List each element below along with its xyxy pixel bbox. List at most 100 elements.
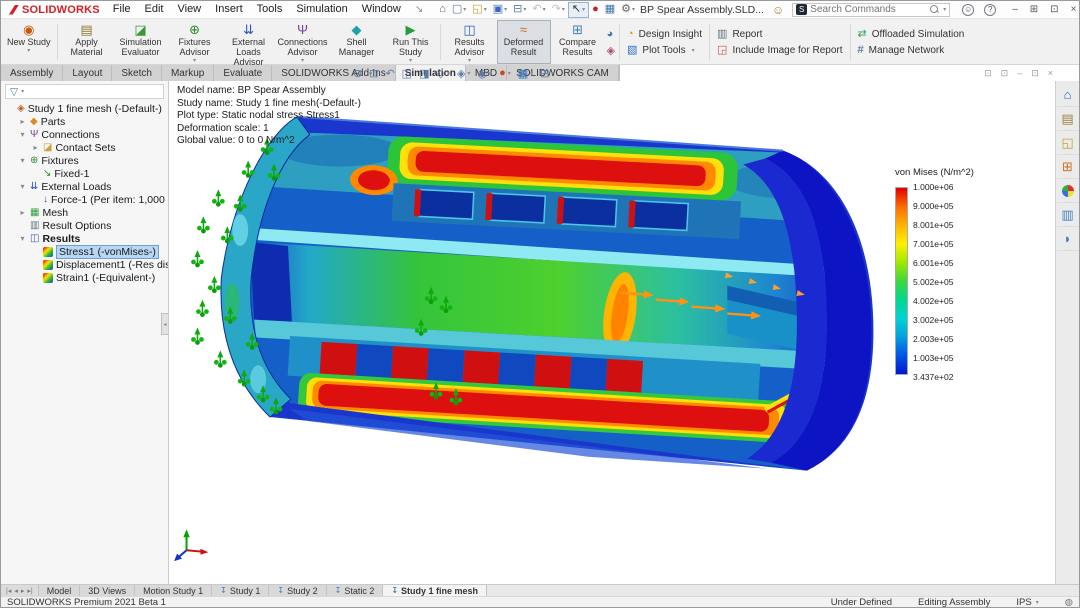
forum-icon[interactable]: ◗ [1057, 227, 1079, 251]
trend-tracker-icon[interactable]: ◕ [607, 28, 615, 40]
tree-item-mesh[interactable]: ▸▦Mesh [1, 206, 168, 219]
simulation-evaluator-button[interactable]: ◪Simulation Evaluator [114, 20, 168, 64]
minimize-button[interactable]: – [1012, 4, 1018, 15]
evaluate-panel-icon[interactable]: ▦ [602, 2, 618, 18]
display-style-icon[interactable]: ◈▾ [457, 67, 470, 80]
manage-network-button[interactable]: #Manage Network [858, 45, 965, 56]
view-settings-icon[interactable]: ⊟▾ [540, 67, 554, 80]
open-icon[interactable]: ◱▾ [469, 2, 489, 18]
shell-manager-button[interactable]: ◆Shell Manager [330, 20, 384, 64]
grid-viewports-button[interactable]: ⊞ [1030, 4, 1038, 15]
tree-item-fixed-1[interactable]: ↘Fixed-1 [1, 167, 168, 180]
viewport-minimize-button[interactable]: – [1017, 68, 1022, 78]
panel-collapse-handle[interactable]: ◂ [161, 313, 168, 335]
report-button[interactable]: ▥Report [717, 29, 842, 40]
doc-tab-study-2[interactable]: ↧Study 2 [269, 585, 326, 596]
tab-layout[interactable]: Layout [63, 65, 112, 81]
section-view-icon[interactable]: ◫ [402, 67, 412, 80]
menu-edit[interactable]: Edit [138, 1, 171, 18]
doc-tab-study-1-fine-mesh[interactable]: ↧Study 1 fine mesh [383, 585, 487, 596]
appearances-scenes-icon[interactable] [1057, 179, 1079, 203]
scene-icon[interactable]: ▦▾ [518, 67, 533, 80]
fixtures-advisor-button[interactable]: ⊕Fixtures Advisor▾ [168, 20, 222, 64]
new-document-icon[interactable]: ▢▾ [449, 2, 469, 18]
menu-simulation[interactable]: Simulation [289, 1, 354, 18]
edit-appearance-icon[interactable]: ●▾ [499, 67, 511, 79]
restore-button[interactable]: ⊡ [1050, 4, 1058, 15]
tree-item-force-1-per-item-1-000-lbf[interactable]: ↓Force-1 (Per item: 1,000 lbf.) [1, 193, 168, 206]
first-tab-button[interactable]: |◂ [6, 587, 11, 595]
zoom-to-area-icon[interactable]: ⊡ [369, 67, 378, 80]
tree-item-stress1-vonmises[interactable]: Stress1 (-vonMises-) [1, 245, 168, 258]
doc-tab-motion-study-1[interactable]: Motion Study 1 [135, 585, 212, 596]
view-orientation-icon[interactable]: ◇▾ [436, 67, 449, 80]
tree-item-parts[interactable]: ▸◆Parts [1, 115, 168, 128]
view-palette-icon[interactable]: ⊞ [1057, 155, 1079, 179]
doc-tab-study-1[interactable]: ↧Study 1 [212, 585, 269, 596]
design-library-icon[interactable]: ▤ [1057, 107, 1079, 131]
new-study-button[interactable]: ◉New Study▾ [3, 20, 55, 64]
tree-item-external-loads[interactable]: ▾⇊External Loads [1, 180, 168, 193]
home-icon[interactable]: ⌂ [436, 2, 449, 18]
tree-item-study-1-fine-mesh-default[interactable]: ◈Study 1 fine mesh (-Default-) [1, 102, 168, 115]
tree-item-displacement1-res-disp[interactable]: Displacement1 (-Res disp-) [1, 258, 168, 271]
unit-system-selector[interactable]: IPS▾ [1016, 597, 1038, 608]
tab-markup[interactable]: Markup [162, 65, 214, 81]
results-advisor-button[interactable]: ◫Results Advisor▾ [443, 20, 497, 64]
undo-icon[interactable]: ↶▾ [529, 2, 548, 18]
tree-item-contact-sets[interactable]: ▸◪Contact Sets [1, 141, 168, 154]
include-image-for-report-button[interactable]: ◲Include Image for Report [717, 45, 842, 56]
tree-item-connections[interactable]: ▾ΨConnections [1, 128, 168, 141]
doc-tab-static-2[interactable]: ↧Static 2 [327, 585, 384, 596]
search-dropdown-icon[interactable]: ▾ [943, 6, 946, 13]
menu-window[interactable]: Window [355, 1, 408, 18]
help-icon[interactable]: ? [984, 4, 996, 16]
feature-tree-filter[interactable]: ▽▾ [5, 84, 164, 99]
hide-show-items-icon[interactable]: ◉▾ [477, 67, 492, 80]
pane-split-left-button[interactable]: ⊡ [984, 68, 992, 79]
viewport-restore-button[interactable]: ⊡ [1031, 68, 1039, 79]
menu-tools[interactable]: Tools [250, 1, 290, 18]
traffic-light-icon[interactable]: ● [589, 2, 602, 18]
compare-results-button[interactable]: ⊞Compare Results [551, 20, 605, 64]
plot-tools-button[interactable]: ▧Plot Tools▾ [627, 45, 702, 56]
user-account-icon[interactable]: ☺ [962, 4, 974, 16]
run-this-study-button[interactable]: ▶Run This Study▾ [384, 20, 438, 64]
tree-item-result-options[interactable]: ▥Result Options [1, 219, 168, 232]
doc-tab-3d-views[interactable]: 3D Views [80, 585, 135, 596]
viewport-close-button[interactable]: × [1048, 68, 1053, 78]
last-tab-button[interactable]: ▸| [27, 587, 32, 595]
fatigue-check-icon[interactable]: ◈ [607, 44, 615, 57]
close-button[interactable]: × [1071, 4, 1077, 15]
options-gear-icon[interactable]: ⚙▾ [618, 2, 638, 18]
pane-split-right-button[interactable]: ⊡ [1001, 68, 1009, 79]
custom-properties-icon[interactable]: ▥ [1057, 203, 1079, 227]
tree-item-strain1-equivalent[interactable]: Strain1 (-Equivalent-) [1, 271, 168, 284]
apply-material-button[interactable]: ▤Apply Material [60, 20, 114, 64]
select-arrow-icon[interactable]: ↖▾ [568, 2, 589, 18]
tab-evaluate[interactable]: Evaluate [214, 65, 272, 81]
pin-menu-icon[interactable]: ↘ [410, 4, 428, 15]
prev-tab-button[interactable]: ◂ [14, 587, 18, 595]
home-tab-icon[interactable]: ⌂ [1057, 83, 1079, 107]
tab-sketch[interactable]: Sketch [112, 65, 162, 81]
next-tab-button[interactable]: ▸ [21, 587, 25, 595]
search-icon[interactable] [930, 5, 939, 14]
menu-file[interactable]: File [106, 1, 138, 18]
zoom-to-fit-icon[interactable]: ⊙ [353, 67, 362, 80]
redo-icon[interactable]: ↷▾ [549, 2, 568, 18]
dynamic-annotation-icon[interactable]: ◨ [419, 67, 429, 80]
menu-view[interactable]: View [170, 1, 208, 18]
offloaded-simulation-button[interactable]: ⇄Offloaded Simulation [858, 29, 965, 40]
tree-item-results[interactable]: ▾◫Results [1, 232, 168, 245]
feedback-smiley-icon[interactable]: ☺ [766, 3, 790, 17]
graphics-viewport[interactable]: Model name: BP Spear AssemblyStudy name:… [169, 81, 1055, 584]
doc-tab-model[interactable]: Model [39, 585, 81, 596]
save-icon[interactable]: ▣▾ [490, 2, 510, 18]
print-icon[interactable]: ⊟▾ [510, 2, 529, 18]
tab-assembly[interactable]: Assembly [1, 65, 63, 81]
external-loads-advisor-button[interactable]: ⇊External Loads Advisor▾ [222, 20, 276, 64]
status-globe-icon[interactable]: ◍ [1065, 597, 1073, 608]
tree-item-fixtures[interactable]: ▾⊕Fixtures [1, 154, 168, 167]
file-explorer-icon[interactable]: ◱ [1057, 131, 1079, 155]
